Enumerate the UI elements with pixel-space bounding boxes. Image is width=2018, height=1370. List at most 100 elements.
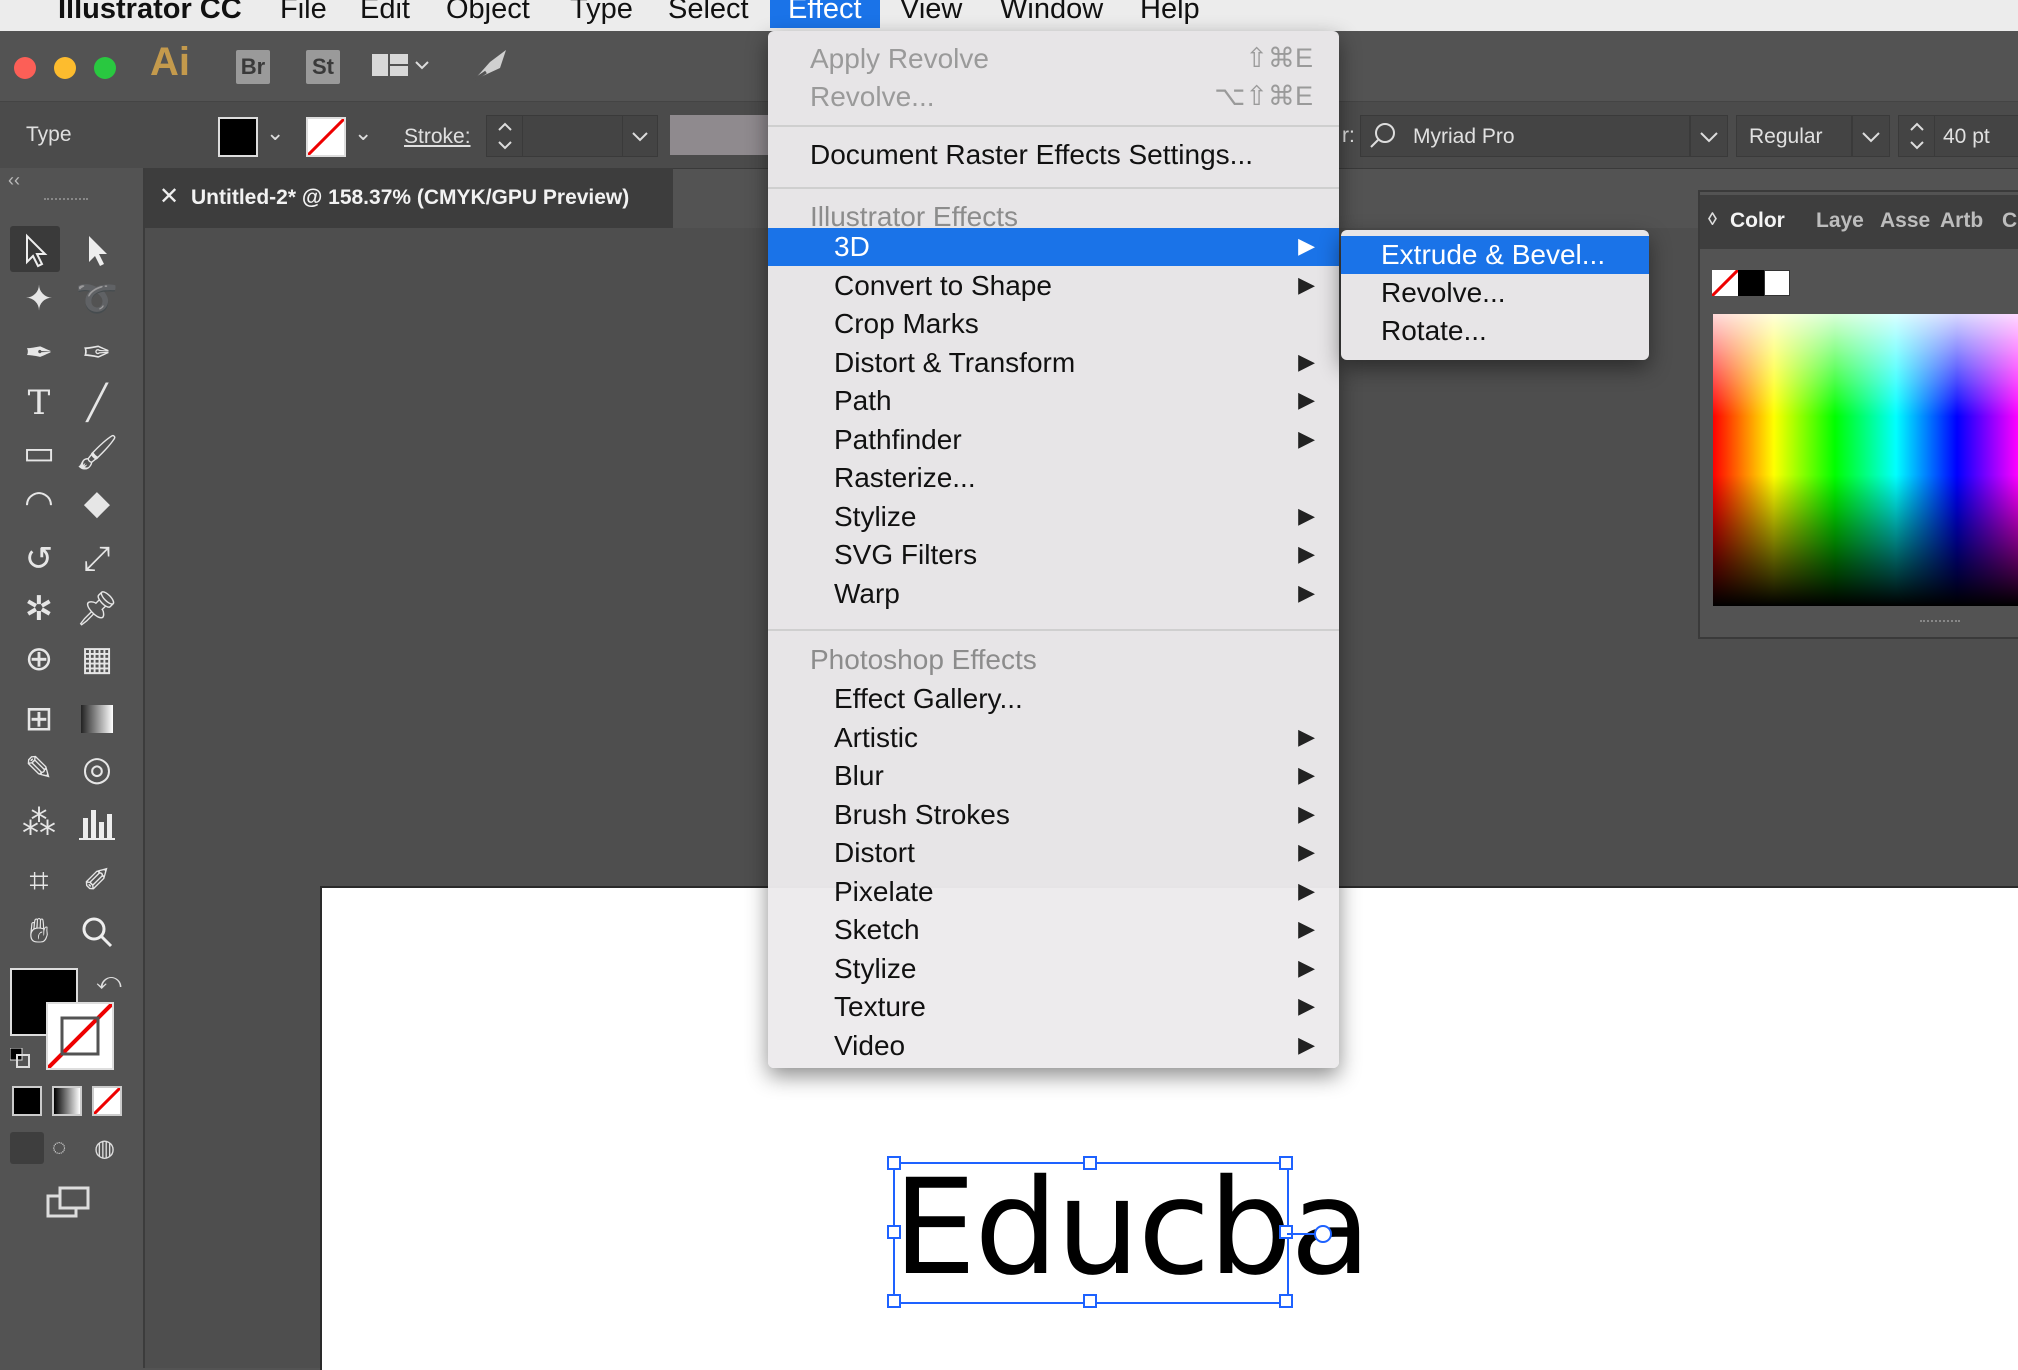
color-white-swatch[interactable] <box>1764 270 1790 296</box>
menu-edit[interactable]: Edit <box>360 0 410 26</box>
panel-resize-grip[interactable] <box>1920 620 1960 626</box>
blend-tool-icon[interactable]: ◎ <box>72 746 122 792</box>
resize-handle-bottom[interactable] <box>1083 1294 1097 1308</box>
magic-wand-tool-icon[interactable]: ✦ <box>14 276 64 322</box>
font-size-stepper[interactable] <box>1898 115 1936 157</box>
selection-bounding-box[interactable] <box>893 1162 1289 1304</box>
bridge-button[interactable]: Br <box>236 50 270 84</box>
eyedropper-tool-icon[interactable]: ✎ <box>14 746 64 792</box>
panel-collapse-icon[interactable]: ◊ <box>1708 209 1717 230</box>
slice-tool-icon[interactable]: ✐ <box>72 858 122 904</box>
resize-handle-top-left[interactable] <box>887 1156 901 1170</box>
stroke-label[interactable]: Stroke: <box>404 125 471 149</box>
close-window-button[interactable] <box>14 57 36 79</box>
menu-item-rasterize[interactable]: Rasterize... <box>768 459 1339 497</box>
menu-item-artistic[interactable]: Artistic ▶ <box>768 719 1339 757</box>
rectangle-tool-icon[interactable]: ▭ <box>14 430 64 476</box>
menu-item-svg-filters[interactable]: SVG Filters ▶ <box>768 536 1339 574</box>
draw-behind-mode-icon[interactable]: ◌ <box>52 1134 66 1162</box>
mesh-tool-icon[interactable]: ⊞ <box>14 696 64 742</box>
submenu-item-rotate[interactable]: Rotate... <box>1341 312 1649 350</box>
tab-layers[interactable]: Laye <box>1816 209 1864 233</box>
variable-width-profile[interactable] <box>670 115 768 155</box>
menu-item-stylize[interactable]: Stylize ▶ <box>768 498 1339 536</box>
scale-tool-icon[interactable]: ⤢ <box>72 536 122 582</box>
toolbar-grip[interactable] <box>44 198 88 204</box>
menu-item-crop-marks[interactable]: Crop Marks <box>768 305 1339 343</box>
menu-item-3d[interactable]: 3D ▶ <box>768 228 1339 266</box>
menu-view[interactable]: View <box>900 0 962 26</box>
menu-type[interactable]: Type <box>570 0 633 26</box>
font-style-field[interactable]: Regular <box>1736 115 1852 157</box>
close-document-icon[interactable]: ✕ <box>159 182 179 211</box>
draw-normal-mode-icon[interactable] <box>10 1132 44 1164</box>
hand-tool-icon[interactable]: ✋︎ <box>14 908 64 954</box>
artboard-tool-icon[interactable]: ⌗ <box>14 858 64 904</box>
none-mode-button[interactable] <box>92 1086 122 1116</box>
minimize-window-button[interactable] <box>54 57 76 79</box>
stroke-weight-input[interactable] <box>522 115 624 157</box>
perspective-grid-tool-icon[interactable]: ▦ <box>72 636 122 682</box>
color-none-swatch[interactable] <box>1710 268 1740 298</box>
stroke-color-box[interactable] <box>46 1002 114 1070</box>
stroke-swatch[interactable] <box>306 117 346 157</box>
menu-item-sketch[interactable]: Sketch ▶ <box>768 911 1339 949</box>
width-tool-icon[interactable]: ✲ <box>14 586 64 632</box>
zoom-window-button[interactable] <box>94 57 116 79</box>
submenu-item-extrude-bevel[interactable]: Extrude & Bevel... <box>1341 236 1649 274</box>
menu-item-pathfinder[interactable]: Pathfinder ▶ <box>768 421 1339 459</box>
menu-item-video[interactable]: Video ▶ <box>768 1027 1339 1065</box>
stroke-dropdown-chevron-icon[interactable]: ⌄ <box>354 120 372 146</box>
curvature-tool-icon[interactable]: ✑ <box>72 330 122 376</box>
arrange-documents-icon[interactable] <box>372 52 429 78</box>
resize-handle-bottom-right[interactable] <box>1279 1294 1293 1308</box>
eraser-tool-icon[interactable]: ◆ <box>72 480 122 526</box>
color-black-swatch[interactable] <box>1738 270 1764 296</box>
selection-tool-icon[interactable] <box>10 226 60 272</box>
resize-handle-top[interactable] <box>1083 1156 1097 1170</box>
menu-item-brush-strokes[interactable]: Brush Strokes ▶ <box>768 796 1339 834</box>
document-tab[interactable]: ✕ Untitled-2* @ 158.37% (CMYK/GPU Previe… <box>145 168 673 228</box>
fill-swatch[interactable] <box>218 117 258 157</box>
menu-item-revolve-last[interactable]: Revolve... ⌥⇧⌘E <box>768 78 1339 116</box>
symbol-sprayer-tool-icon[interactable]: ⁂ <box>14 800 64 846</box>
column-graph-tool-icon[interactable] <box>72 800 122 846</box>
font-family-dropdown[interactable] <box>1690 115 1728 157</box>
default-fill-stroke-icon[interactable] <box>9 1047 30 1068</box>
submenu-item-revolve[interactable]: Revolve... <box>1341 274 1649 312</box>
shape-builder-tool-icon[interactable]: ⊕ <box>14 636 64 682</box>
swap-fill-stroke-icon[interactable]: ⤺ <box>96 968 122 996</box>
paintbrush-tool-icon[interactable]: 🖌︎ <box>72 430 122 476</box>
direct-selection-tool-icon[interactable] <box>72 226 122 272</box>
pen-tool-icon[interactable]: ✒ <box>14 330 64 376</box>
resize-handle-bottom-left[interactable] <box>887 1294 901 1308</box>
menu-item-document-raster-settings[interactable]: Document Raster Effects Settings... <box>768 136 1339 174</box>
menu-item-blur[interactable]: Blur ▶ <box>768 757 1339 795</box>
menu-item-distort-transform[interactable]: Distort & Transform ▶ <box>768 344 1339 382</box>
menu-item-stylize[interactable]: Stylize ▶ <box>768 950 1339 988</box>
tab-color[interactable]: Color <box>1730 209 1785 233</box>
rotate-tool-icon[interactable]: ↺ <box>14 536 64 582</box>
stock-button[interactable]: St <box>306 50 340 84</box>
menu-item-convert-to-shape[interactable]: Convert to Shape ▶ <box>768 267 1339 305</box>
menu-item-pixelate[interactable]: Pixelate ▶ <box>768 873 1339 911</box>
fill-dropdown-chevron-icon[interactable]: ⌄ <box>266 120 284 146</box>
menu-item-path[interactable]: Path ▶ <box>768 382 1339 420</box>
menu-item-effect-gallery[interactable]: Effect Gallery... <box>768 680 1339 718</box>
collapse-toolbar-icon[interactable]: ‹‹ <box>8 170 20 191</box>
resize-handle-left[interactable] <box>887 1225 901 1239</box>
color-spectrum[interactable] <box>1713 314 2018 606</box>
font-style-dropdown[interactable] <box>1852 115 1890 157</box>
font-size-field[interactable]: 40 pt <box>1934 115 2018 157</box>
lasso-tool-icon[interactable]: ➰ <box>72 276 122 322</box>
menu-item-distort[interactable]: Distort ▶ <box>768 834 1339 872</box>
menu-window[interactable]: Window <box>1000 0 1103 26</box>
gradient-mode-button[interactable] <box>52 1086 82 1116</box>
menu-object[interactable]: Object <box>446 0 530 26</box>
stroke-weight-dropdown[interactable] <box>622 115 658 157</box>
menu-select[interactable]: Select <box>668 0 749 26</box>
menu-item-apply-revolve[interactable]: Apply Revolve ⇧⌘E <box>768 40 1339 78</box>
gpu-performance-icon[interactable] <box>470 46 510 91</box>
gradient-tool-icon[interactable] <box>72 696 122 742</box>
line-segment-tool-icon[interactable]: ╱ <box>72 380 122 426</box>
